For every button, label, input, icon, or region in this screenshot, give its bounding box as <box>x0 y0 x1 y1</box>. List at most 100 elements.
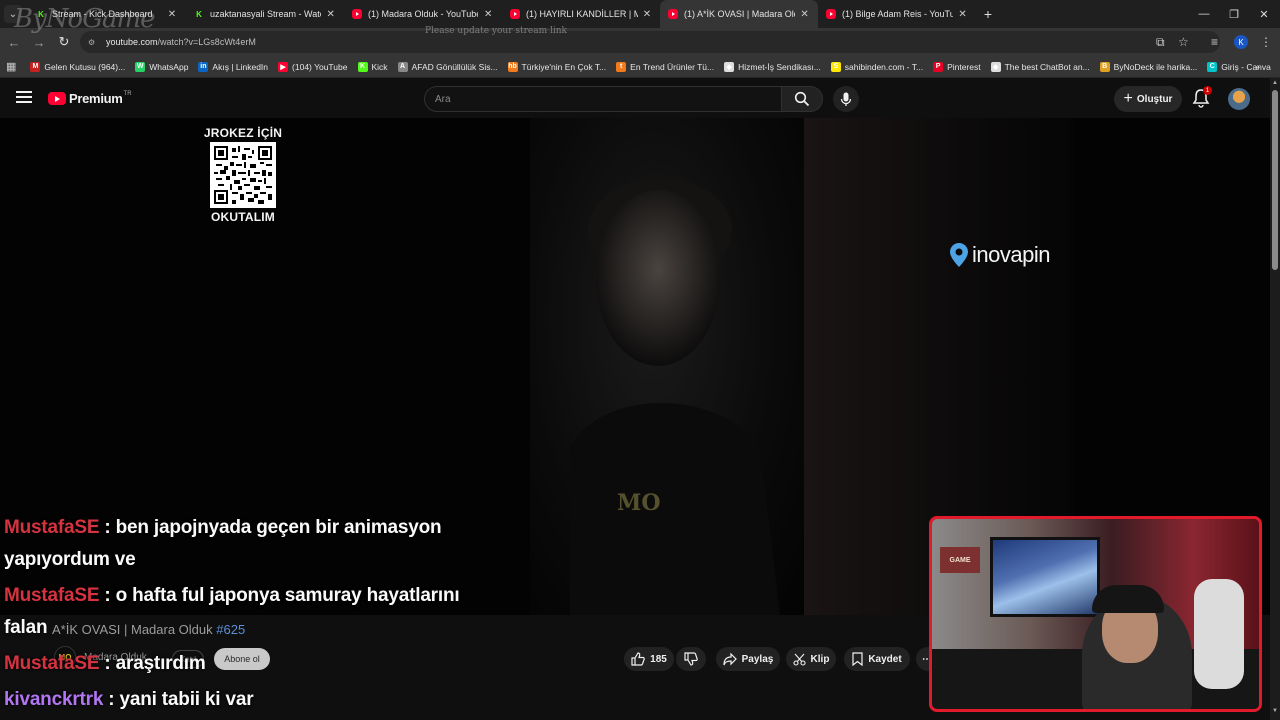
screen: ⌄ K Stream - Kick Dashboard ✕ K uzaktana… <box>0 0 1280 720</box>
location-pin-icon <box>950 243 968 267</box>
share-button[interactable]: Paylaş <box>716 647 780 671</box>
new-tab-button[interactable]: + <box>976 6 1000 22</box>
kick-icon: K <box>196 9 202 19</box>
chat-message: MustafaSE : o hafta ful japonya samuray … <box>4 585 460 607</box>
close-icon[interactable]: ✕ <box>325 9 336 20</box>
hashtag-link[interactable]: #625 <box>216 622 245 637</box>
minimize-button[interactable]: — <box>1188 0 1220 28</box>
bookmark-label: Türkiye'nin En Çok T... <box>521 61 607 72</box>
bookmark-favicon-icon: K <box>357 61 368 72</box>
chat-username: MustafaSE <box>4 517 100 538</box>
chat-text: falan <box>4 617 48 638</box>
account-avatar[interactable] <box>1228 88 1250 110</box>
dislike-button[interactable] <box>676 647 706 671</box>
youtube-premium-logo[interactable]: Premium TR <box>48 91 132 106</box>
bookmark-item[interactable]: ▶ (104) YouTube <box>278 61 348 72</box>
chat-username: kivanckrtrk <box>4 689 104 710</box>
bookmark-item[interactable]: K Kick <box>357 61 388 72</box>
site-info-icon[interactable]: ⚙ <box>88 38 100 47</box>
bookmark-item[interactable]: B ByNoDeck ile harika... <box>1099 61 1197 72</box>
bookmark-star-icon[interactable]: ☆ <box>1178 28 1189 56</box>
thumbs-down-icon <box>684 652 698 666</box>
close-icon[interactable]: ✕ <box>166 9 178 20</box>
voice-search-button[interactable] <box>833 86 859 112</box>
bookmark-item[interactable]: Ssahibinden.com - T... <box>830 61 924 72</box>
bookmark-label: sahibinden.com - T... <box>844 61 924 72</box>
bookmark-item[interactable]: hb Türkiye'nin En Çok T... <box>507 61 607 72</box>
browser-menu-icon[interactable]: ⋮ <box>1260 28 1272 56</box>
notifications-button[interactable]: 1 <box>1192 86 1212 110</box>
bookmark-label: Pinterest <box>947 61 981 72</box>
bookmarks-overflow-icon[interactable]: » <box>1254 56 1260 78</box>
url-path: /watch?v=LGs8cWt4erM <box>157 37 256 47</box>
youtube-icon <box>510 9 520 19</box>
qr-top-text: JROKEZ İÇİN <box>203 126 283 140</box>
like-button[interactable]: 185 <box>624 647 674 671</box>
browser-tab[interactable]: K uzaktanasyali Stream - Watch L ✕ <box>186 0 344 28</box>
bookmark-item[interactable]: M Gelen Kutusu (964)... <box>30 61 126 72</box>
scissors-icon <box>792 653 806 666</box>
youtube-icon <box>48 92 66 105</box>
save-button[interactable]: Kaydet <box>844 647 910 671</box>
chat-text: o hafta ful japonya samuray hayatlarını <box>115 585 460 606</box>
install-app-icon[interactable]: ⧉ <box>1156 28 1165 56</box>
address-bar[interactable]: ⚙ youtube.com/watch?v=LGs8cWt4erM <box>80 31 1220 53</box>
bookmark-favicon-icon: M <box>30 61 41 72</box>
restore-button[interactable]: ❐ <box>1218 0 1250 28</box>
qr-bottom-text: OKUTALIM <box>210 210 276 224</box>
page-scrollbar[interactable]: ▲ ▼ <box>1270 78 1280 720</box>
chat-message: kivanckrtrk : yani tabii ki var <box>4 689 254 711</box>
browser-tab[interactable]: (1) HAYIRLI KANDİLLER | Madar ✕ <box>502 0 660 28</box>
close-window-button[interactable]: ✕ <box>1248 0 1280 28</box>
chat-text: yani tabii ki var <box>119 689 254 710</box>
close-icon[interactable]: ✕ <box>957 9 968 20</box>
browser-tab[interactable]: (1) Madara Olduk - YouTube ✕ <box>344 0 502 28</box>
reload-icon[interactable]: ↻ <box>53 31 75 53</box>
subscribe-button[interactable]: Abone ol <box>214 648 270 670</box>
bookmark-item[interactable]: W WhatsApp <box>135 61 189 72</box>
save-label: Kaydet <box>868 653 902 665</box>
video-title-text: A*İK OVASI | Madara Olduk <box>52 622 213 637</box>
chat-separator: : <box>99 517 116 538</box>
stream-overlay-note: Please update your stream link <box>425 26 568 36</box>
close-icon[interactable]: ✕ <box>642 9 652 20</box>
create-button[interactable]: + Oluştur <box>1114 86 1182 112</box>
notification-badge: 1 <box>1203 86 1212 95</box>
microphone-icon <box>840 92 852 106</box>
profile-avatar[interactable]: K <box>1234 35 1248 49</box>
apps-grid-icon[interactable]: ▦ <box>6 60 16 73</box>
tab-label: uzaktanasyali Stream - Watch L <box>210 9 321 19</box>
clip-button[interactable]: Klip <box>786 647 836 671</box>
bookmark-item[interactable]: in Akış | LinkedIn <box>198 61 269 72</box>
chat-username: MustafaSE <box>4 585 100 606</box>
search-button[interactable] <box>781 86 823 112</box>
back-arrow-icon[interactable]: ← <box>3 31 25 53</box>
bookmark-item[interactable]: ◆ The best ChatBot an... <box>990 61 1090 72</box>
bookmark-item[interactable]: ◆ Hizmet-İş Sendikası... <box>724 61 821 72</box>
scrollbar-thumb[interactable] <box>1272 90 1278 270</box>
browser-tab-active[interactable]: (1) A*İK OVASI | Madara Olduk ✕ <box>660 0 818 28</box>
video-title: A*İK OVASI | Madara Olduk #625 <box>52 622 245 637</box>
browser-tab[interactable]: (1) Bilge Adam Reis - YouTube ✕ <box>818 0 976 28</box>
bookmark-label: WhatsApp <box>149 61 189 72</box>
bookmark-label: Gelen Kutusu (964)... <box>44 61 126 72</box>
bookmark-label: Akış | LinkedIn <box>212 61 269 72</box>
webcam-streamer-beanie <box>1092 585 1164 613</box>
tab-label: (1) Madara Olduk - YouTube <box>368 9 479 19</box>
scroll-down-icon[interactable]: ▼ <box>1271 708 1279 714</box>
close-icon[interactable]: ✕ <box>799 9 810 20</box>
webcam-monitor <box>990 537 1100 617</box>
bookmark-favicon-icon: in <box>198 61 209 72</box>
bookmark-item[interactable]: P Pinterest <box>933 61 981 72</box>
close-icon[interactable]: ✕ <box>482 9 494 20</box>
media-controls-icon[interactable]: ≡ <box>1211 28 1218 56</box>
bookmark-item[interactable]: A AFAD Gönüllülük Sis... <box>397 61 498 72</box>
bookmark-item[interactable]: C Giriş - Canva <box>1207 61 1271 72</box>
bookmark-label: (104) YouTube <box>292 61 348 72</box>
scroll-up-icon[interactable]: ▲ <box>1271 80 1279 86</box>
search-input[interactable]: Ara <box>424 86 782 112</box>
bookmark-item[interactable]: t En Trend Ürünler Tü... <box>616 61 714 72</box>
hamburger-menu-icon[interactable] <box>14 88 34 108</box>
search-icon <box>794 91 810 107</box>
forward-arrow-icon[interactable]: → <box>28 31 50 53</box>
